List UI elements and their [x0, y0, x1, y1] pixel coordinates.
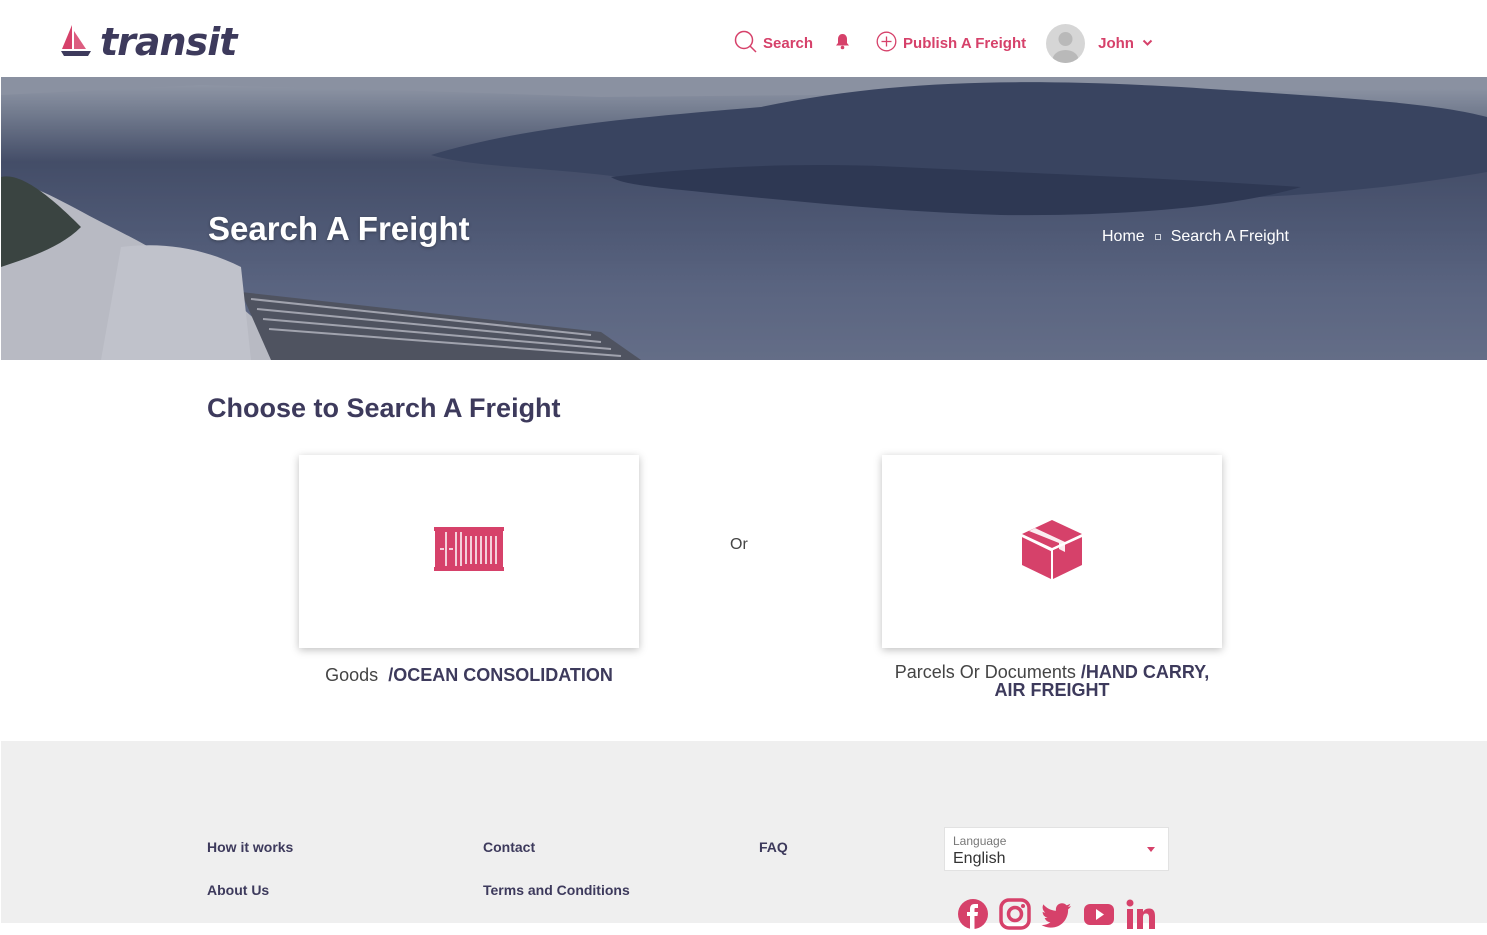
breadcrumb-home-link[interactable]: Home — [1102, 228, 1145, 246]
goods-label-regular: Goods — [325, 665, 379, 685]
section-title: Choose to Search A Freight — [207, 393, 561, 423]
youtube-icon[interactable] — [1083, 898, 1115, 935]
social-links — [957, 898, 1167, 935]
goods-option-label: Goods /OCEAN CONSOLIDATION — [299, 666, 639, 684]
footer-link-about-us[interactable]: About Us — [207, 882, 269, 898]
plus-circle-icon — [876, 31, 903, 56]
language-select-value: English — [953, 850, 1006, 867]
breadcrumb-separator — [1154, 234, 1161, 240]
user-name: John — [1098, 34, 1134, 52]
caret-down-icon — [1147, 847, 1155, 852]
publish-freight-link[interactable]: Publish A Freight — [876, 31, 1026, 56]
search-nav-link[interactable]: Search — [734, 30, 813, 57]
breadcrumb-current: Search A Freight — [1170, 228, 1289, 245]
parcel-box-icon — [1020, 518, 1084, 585]
hero-banner: Search A Freight Home Search A Freight — [1, 77, 1487, 360]
page-title: Search A Freight — [208, 210, 470, 247]
bell-icon — [835, 33, 856, 54]
footer: How it works Contact FAQ About Us Terms … — [1, 741, 1487, 930]
footer-link-faq[interactable]: FAQ — [759, 839, 788, 855]
footer-link-terms[interactable]: Terms and Conditions — [483, 882, 630, 898]
footer-link-contact[interactable]: Contact — [483, 839, 535, 855]
chevron-down-icon — [1142, 34, 1153, 52]
or-separator: Or — [730, 536, 748, 553]
publish-freight-label: Publish A Freight — [903, 34, 1027, 52]
main-nav: Search Publish A Freight John — [734, 23, 1153, 63]
user-menu[interactable]: John — [1046, 23, 1153, 63]
twitter-icon[interactable] — [1041, 898, 1073, 935]
avatar — [1046, 23, 1086, 63]
search-nav-label: Search — [763, 34, 814, 52]
logo-wordmark: transit — [100, 20, 237, 64]
language-select-label: Language — [953, 834, 1007, 848]
footer-link-how-it-works[interactable]: How it works — [207, 839, 293, 855]
instagram-icon[interactable] — [999, 898, 1031, 935]
goods-label-strong: /OCEAN CONSOLIDATION — [388, 665, 613, 685]
top-navigation-bar: transit Search Publish A Freight John — [0, 0, 1487, 77]
language-select[interactable]: Language English — [944, 827, 1169, 871]
notifications-button[interactable] — [835, 33, 856, 54]
parcels-option-card[interactable] — [882, 455, 1222, 648]
search-icon — [734, 30, 763, 57]
shipping-container-icon — [434, 526, 504, 577]
sailboat-logo-icon — [60, 23, 94, 62]
facebook-icon[interactable] — [957, 898, 989, 935]
breadcrumb: Home Search A Freight — [1102, 228, 1289, 246]
goods-option-card[interactable] — [299, 455, 639, 648]
linkedin-icon[interactable] — [1125, 898, 1157, 935]
parcels-option-label: Parcels Or Documents /HAND CARRY, AIR FR… — [882, 663, 1222, 699]
transit-logo[interactable]: transit — [60, 20, 237, 64]
parcels-label-regular: Parcels Or Documents — [894, 662, 1076, 682]
